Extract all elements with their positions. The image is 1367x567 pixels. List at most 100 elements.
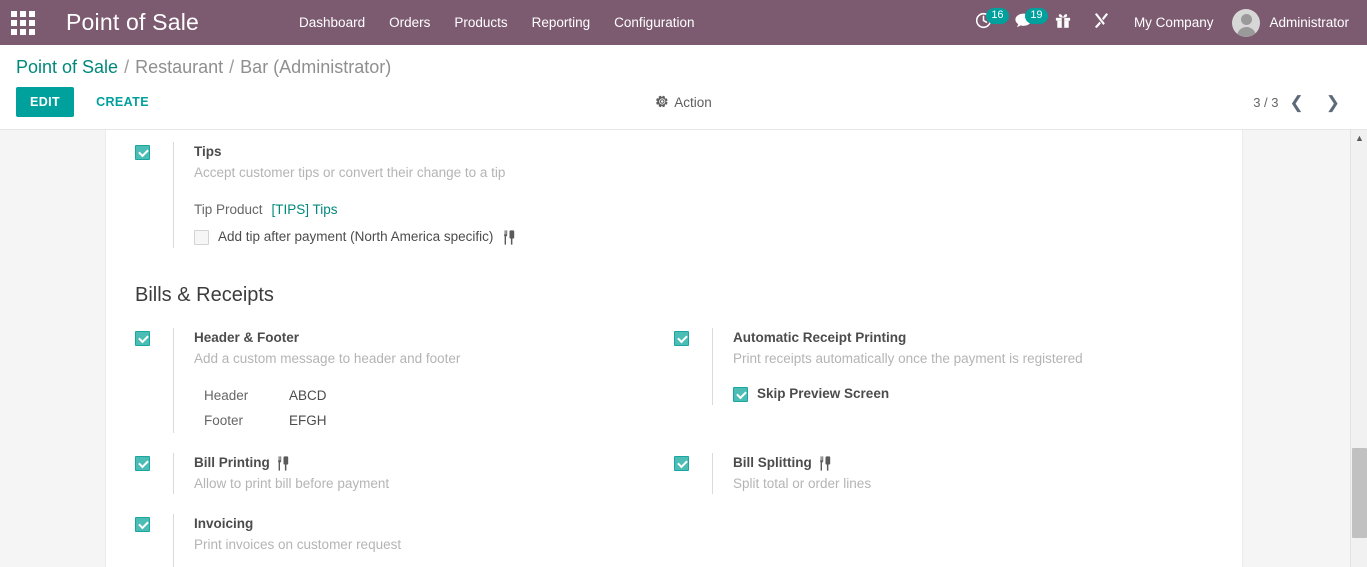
chevron-left-icon[interactable]: ❮ <box>1279 92 1315 113</box>
menu-item-orders[interactable]: Orders <box>377 2 442 43</box>
restaurant-utensils-icon <box>276 455 289 471</box>
tips-enable-checkbox[interactable] <box>135 145 150 160</box>
record-pager: 3 / 3 ❮ ❯ <box>1253 92 1351 113</box>
tips-description: Accept customer tips or convert their ch… <box>194 165 506 180</box>
automatic-receipt-printing-description: Print receipts automatically once the pa… <box>733 351 1083 366</box>
menu-item-reporting[interactable]: Reporting <box>520 2 603 43</box>
skip-preview-screen-label: Skip Preview Screen <box>757 386 890 401</box>
bill-splitting-title: Bill Splitting <box>733 453 1213 473</box>
chevron-right-icon[interactable]: ❯ <box>1315 92 1351 113</box>
tip-product-row: Tip Product [TIPS] Tips <box>194 197 1213 222</box>
control-panel-buttons: EDIT CREATE Action 3 / 3 ❮ ❯ <box>16 81 1351 129</box>
app-brand-title[interactable]: Point of Sale <box>46 9 209 36</box>
settings-block-automatic-receipt-printing: Automatic Receipt Printing Print receipt… <box>674 328 1213 453</box>
apps-menu-button[interactable] <box>0 0 46 45</box>
main-menu: Dashboard Orders Products Reporting Conf… <box>287 2 706 43</box>
developer-tools-button[interactable] <box>1082 0 1121 45</box>
tips-checkbox-cell <box>135 142 173 248</box>
avatar <box>1232 8 1261 37</box>
scrollbar-thumb[interactable] <box>1352 448 1367 538</box>
add-tip-after-payment-checkbox[interactable] <box>194 229 209 245</box>
setting-bill-printing: Bill Printing Allow to print bill before… <box>135 453 674 498</box>
header-footer-content: Header & Footer Add a custom message to … <box>173 328 674 433</box>
vertical-scrollbar[interactable]: ▲ <box>1350 130 1367 567</box>
header-footer-description: Add a custom message to header and foote… <box>194 351 461 366</box>
tip-product-value-link[interactable]: [TIPS] Tips <box>272 197 338 222</box>
skip-preview-screen-checkbox[interactable] <box>733 386 748 402</box>
setting-header-footer: Header & Footer Add a custom message to … <box>135 328 674 437</box>
restaurant-utensils-icon <box>502 229 515 245</box>
bill-printing-title: Bill Printing <box>194 453 674 473</box>
pager-count: 3 / 3 <box>1253 94 1279 110</box>
navbar-systray: 16 19 My Company Administrator <box>964 0 1367 45</box>
bill-printing-enable-checkbox[interactable] <box>135 456 150 471</box>
breadcrumb-separator-1: / <box>124 57 130 77</box>
footer-field-row: Footer EFGH <box>194 408 674 433</box>
invoicing-title: Invoicing <box>194 516 254 531</box>
top-navbar: Point of Sale Dashboard Orders Products … <box>0 0 1367 45</box>
header-field-row: Header ABCD <box>194 383 674 408</box>
wrench-tools-icon <box>1093 12 1110 34</box>
header-footer-enable-checkbox[interactable] <box>135 331 150 346</box>
setting-tips: Tips Accept customer tips or convert the… <box>135 142 1213 252</box>
bill-splitting-content: Bill Splitting Split total or order line… <box>712 453 1213 494</box>
bill-printing-checkbox-cell <box>135 453 173 494</box>
header-footer-checkbox-cell <box>135 328 173 433</box>
edit-button[interactable]: EDIT <box>16 87 75 117</box>
settings-scroll-area: Tips Accept customer tips or convert the… <box>0 130 1367 567</box>
header-footer-fields: Header ABCD Footer EFGH <box>194 383 674 433</box>
tips-title: Tips <box>194 144 222 159</box>
create-button[interactable]: CREATE <box>82 87 163 117</box>
bills-receipts-section: Bills & Receipts <box>135 268 1213 328</box>
auto-receipt-content: Automatic Receipt Printing Print receipt… <box>712 328 1213 405</box>
bill-printing-description: Allow to print bill before payment <box>194 476 390 491</box>
user-name-label: Administrator <box>1269 15 1349 30</box>
menu-item-dashboard[interactable]: Dashboard <box>287 2 377 43</box>
gear-icon <box>655 95 668 110</box>
bill-splitting-enable-checkbox[interactable] <box>674 456 689 471</box>
add-tip-after-payment-row: Add tip after payment (North America spe… <box>194 226 1213 248</box>
activities-button[interactable]: 16 <box>964 0 1009 45</box>
settings-content: Tips Accept customer tips or convert the… <box>105 130 1243 567</box>
setting-bill-splitting: Bill Splitting Split total or order line… <box>674 453 1213 498</box>
bill-printing-content: Bill Printing Allow to print bill before… <box>173 453 674 494</box>
settings-block-header-footer: Header & Footer Add a custom message to … <box>135 328 674 453</box>
automatic-receipt-printing-title: Automatic Receipt Printing <box>733 330 907 345</box>
settings-block-tips: Tips Accept customer tips or convert the… <box>135 142 1213 268</box>
header-footer-title: Header & Footer <box>194 330 300 345</box>
settings-grid: Tips Accept customer tips or convert the… <box>135 142 1213 567</box>
settings-block-invoicing: Invoicing Print invoices on customer req… <box>135 514 674 567</box>
settings-block-bill-printing: Bill Printing Allow to print bill before… <box>135 453 674 514</box>
breadcrumb: Point of Sale / Restaurant / Bar (Admini… <box>16 45 1351 81</box>
action-label: Action <box>674 94 712 110</box>
control-panel: Point of Sale / Restaurant / Bar (Admini… <box>0 45 1367 130</box>
section-heading-bills-receipts: Bills & Receipts <box>135 284 274 306</box>
user-menu[interactable]: Administrator <box>1226 8 1353 37</box>
menu-item-products[interactable]: Products <box>442 2 519 43</box>
action-menu-button[interactable]: Action <box>655 95 712 110</box>
invoicing-enable-checkbox[interactable] <box>135 517 150 532</box>
bill-splitting-checkbox-cell <box>674 453 712 494</box>
chevron-up-icon[interactable]: ▲ <box>1351 130 1367 147</box>
menu-item-configuration[interactable]: Configuration <box>602 2 706 43</box>
add-tip-after-payment-label: Add tip after payment (North America spe… <box>218 229 494 244</box>
settings-block-empty-right <box>674 514 1213 567</box>
header-field-label: Header <box>204 388 249 403</box>
automatic-receipt-printing-enable-checkbox[interactable] <box>674 331 689 346</box>
invoicing-checkbox-cell <box>135 514 173 567</box>
header-field-value[interactable]: ABCD <box>289 383 327 408</box>
breadcrumb-separator-2: / <box>229 57 235 77</box>
gift-icon <box>1055 12 1071 34</box>
footer-field-label: Footer <box>204 413 244 428</box>
company-switcher[interactable]: My Company <box>1121 15 1227 30</box>
messages-button[interactable]: 19 <box>1003 0 1048 45</box>
footer-field-value[interactable]: EFGH <box>289 408 327 433</box>
gift-button[interactable] <box>1044 0 1082 45</box>
auto-receipt-subsettings: Skip Preview Screen <box>733 383 1213 405</box>
restaurant-utensils-icon <box>818 455 831 471</box>
bill-splitting-description: Split total or order lines <box>733 476 872 491</box>
breadcrumb-item-current: Bar (Administrator) <box>240 57 392 77</box>
invoicing-content: Invoicing Print invoices on customer req… <box>173 514 674 567</box>
setting-invoicing: Invoicing Print invoices on customer req… <box>135 514 674 567</box>
breadcrumb-item-root[interactable]: Point of Sale <box>16 57 118 78</box>
